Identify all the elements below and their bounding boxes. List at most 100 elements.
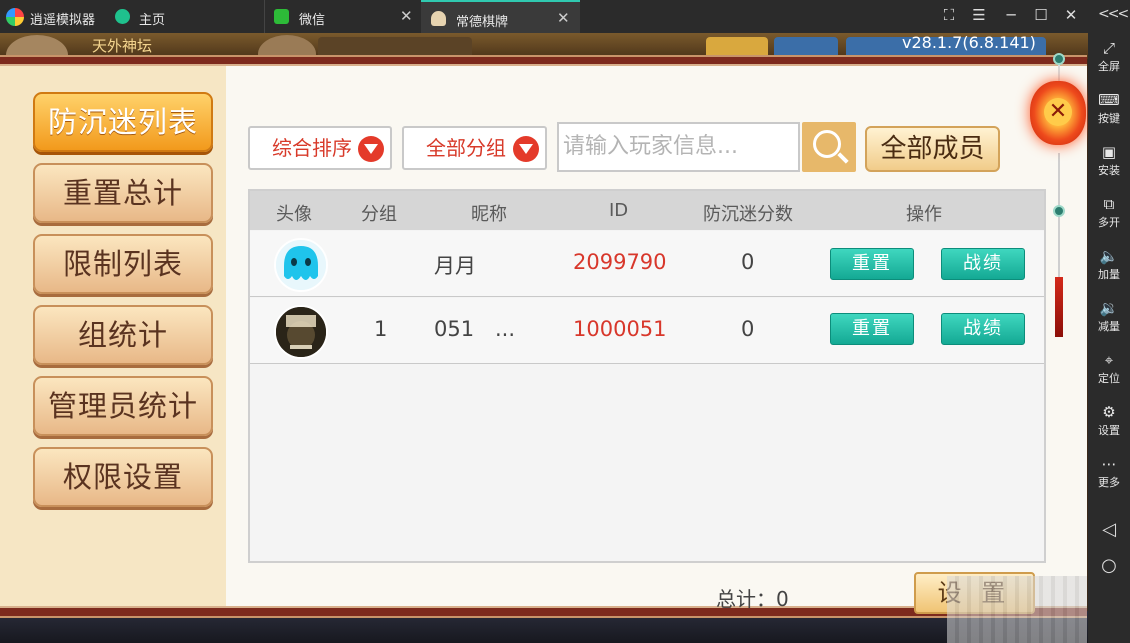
column-avatar: 头像 xyxy=(276,204,312,225)
screenshot-icon[interactable]: ⛶ xyxy=(938,6,960,24)
sidebar-item-volume-up[interactable]: 🔈 加量 xyxy=(1088,247,1130,282)
background-club-name: 天外神坛 xyxy=(92,37,153,55)
emulator-sidebar: ⤢ 全屏 ⌨ 按键 ▣ 安装 ⧉ 多开 🔈 加量 🔉 减量 ⌖ 定位 ⚙ 设置 … xyxy=(1088,33,1130,643)
score-cell: 0 xyxy=(741,317,755,341)
table-header: 头像 分组 昵称 ID 防沉迷分数 操作 xyxy=(250,191,1044,230)
tab-home[interactable]: 主页 xyxy=(108,0,260,33)
chevron-down-icon xyxy=(513,136,539,162)
location-icon: ⌖ xyxy=(1104,351,1114,369)
close-window-icon[interactable]: ✕ xyxy=(1060,6,1082,24)
watermark-overlay xyxy=(947,576,1087,643)
sidebar-item-label: 定位 xyxy=(1098,372,1120,385)
back-nav-icon[interactable]: ◁ xyxy=(1088,519,1130,540)
lantern-tassel xyxy=(1055,277,1063,337)
keyboard-icon: ⌨ xyxy=(1098,91,1120,109)
tab-label: 主页 xyxy=(139,13,166,28)
sidebar-item-label: 全屏 xyxy=(1098,60,1120,73)
close-tab-icon[interactable]: ✕ xyxy=(557,9,570,27)
fullscreen-icon: ⤢ xyxy=(1102,39,1115,57)
sidebar-item-label: 减量 xyxy=(1098,320,1120,333)
column-group: 分组 xyxy=(361,204,397,225)
sidebar-item-fullscreen[interactable]: ⤢ 全屏 xyxy=(1088,39,1130,74)
anti-addiction-dialog: 防沉迷列表 重置总计 限制列表 组统计 管理员统计 权限设置 综合排序 全部分组… xyxy=(0,55,1087,618)
reset-button[interactable]: 重置 xyxy=(830,313,914,345)
sidebar-item-label: 设置 xyxy=(1098,424,1120,437)
menu-admin-stats[interactable]: 管理员统计 xyxy=(33,376,213,436)
column-score: 防沉迷分数 xyxy=(703,204,793,225)
record-button[interactable]: 战绩 xyxy=(941,313,1025,345)
octopus-avatar-icon xyxy=(276,240,326,290)
home-tab-icon xyxy=(115,9,130,24)
sidebar-item-label: 加量 xyxy=(1098,268,1120,281)
sidebar-item-keys[interactable]: ⌨ 按键 xyxy=(1088,91,1130,126)
emulator-logo-icon xyxy=(6,8,24,26)
close-icon: ✕ xyxy=(1044,98,1072,126)
anti-addiction-table: 头像 分组 昵称 ID 防沉迷分数 操作 月月 2099790 0 重置 战绩 … xyxy=(248,189,1046,563)
close-tab-icon[interactable]: ✕ xyxy=(400,7,413,25)
version-label: v28.1.7(6.8.141) xyxy=(902,33,1036,52)
search-icon-handle xyxy=(837,152,849,164)
tab-game[interactable]: 常德棋牌 ✕ xyxy=(421,0,580,33)
minimize-icon[interactable]: ─ xyxy=(1000,6,1022,24)
tab-label: 常德棋牌 xyxy=(456,15,509,30)
menu-permission-settings[interactable]: 权限设置 xyxy=(33,447,213,507)
nickname-overflow: ... xyxy=(495,317,516,341)
lantern-bead xyxy=(1053,53,1065,65)
sidebar-item-label: 更多 xyxy=(1098,476,1120,489)
column-nickname: 昵称 xyxy=(471,204,507,225)
sidebar-item-volume-down[interactable]: 🔉 减量 xyxy=(1088,299,1130,334)
sidebar-item-label: 按键 xyxy=(1098,112,1120,125)
avatar xyxy=(274,238,328,292)
apk-icon: ▣ xyxy=(1101,143,1117,161)
collapse-sidebar-icon[interactable]: <<< xyxy=(1098,6,1129,22)
sidebar-item-label: 多开 xyxy=(1098,216,1120,229)
group-dropdown-label: 全部分组 xyxy=(426,136,506,160)
game-viewport: 天外神坛 防沉迷列表 重置总计 限制列表 组统计 管理员统计 权限设置 综合排序… xyxy=(0,33,1088,643)
sidebar-item-location[interactable]: ⌖ 定位 xyxy=(1088,351,1130,386)
search-button[interactable] xyxy=(802,122,856,172)
sidebar-item-settings[interactable]: ⚙ 设置 xyxy=(1088,403,1130,438)
group-dropdown[interactable]: 全部分组 xyxy=(402,126,547,170)
home-nav-icon[interactable]: ○ xyxy=(1088,555,1130,576)
lantern-bead xyxy=(1053,205,1065,217)
gear-icon: ⚙ xyxy=(1102,403,1116,421)
all-members-button[interactable]: 全部成员 xyxy=(865,126,1000,172)
menu-icon[interactable]: ☰ xyxy=(968,6,990,24)
emulator-titlebar: 逍遥模拟器 主页 微信 ✕ 常德棋牌 ✕ ⛶ ☰ ─ ☐ ✕ <<< xyxy=(0,0,1130,33)
nickname-cell: 051 xyxy=(434,317,475,341)
menu-reset-total[interactable]: 重置总计 xyxy=(33,163,213,223)
maximize-icon[interactable]: ☐ xyxy=(1030,6,1052,24)
group-cell: 1 xyxy=(374,317,388,341)
table-row: 月月 2099790 0 重置 战绩 xyxy=(250,231,1044,297)
total-count: 总计：0 xyxy=(716,587,789,611)
player-id-cell: 1000051 xyxy=(573,317,667,341)
emulator-title: 逍遥模拟器 xyxy=(30,13,96,28)
score-cell: 0 xyxy=(741,250,755,274)
volume-up-icon: 🔈 xyxy=(1099,247,1119,265)
menu-anti-addiction-list[interactable]: 防沉迷列表 xyxy=(33,92,213,152)
avatar xyxy=(274,305,328,359)
more-icon: ⋯ xyxy=(1101,455,1117,473)
nickname-cell: 月月 xyxy=(434,254,476,278)
record-button[interactable]: 战绩 xyxy=(941,248,1025,280)
player-id-cell: 2099790 xyxy=(573,250,667,274)
reset-button[interactable]: 重置 xyxy=(830,248,914,280)
dialog-border xyxy=(0,55,1087,66)
close-dialog-button[interactable]: ✕ xyxy=(1030,81,1086,145)
sort-dropdown[interactable]: 综合排序 xyxy=(248,126,392,170)
column-actions: 操作 xyxy=(906,204,942,225)
column-id: ID xyxy=(609,200,629,221)
sidebar-item-label: 安装 xyxy=(1098,164,1120,177)
wechat-icon xyxy=(274,9,289,24)
menu-group-stats[interactable]: 组统计 xyxy=(33,305,213,365)
sidebar-item-more[interactable]: ⋯ 更多 xyxy=(1088,455,1130,490)
sidebar-item-multi[interactable]: ⧉ 多开 xyxy=(1088,195,1130,230)
menu-restriction-list[interactable]: 限制列表 xyxy=(33,234,213,294)
sidebar-item-install[interactable]: ▣ 安装 xyxy=(1088,143,1130,178)
table-row: 1 051 ... 1000051 0 重置 战绩 xyxy=(250,298,1044,364)
photo-avatar-icon xyxy=(276,307,326,357)
multi-window-icon: ⧉ xyxy=(1103,195,1115,213)
tab-wechat[interactable]: 微信 ✕ xyxy=(264,0,420,33)
player-search-input[interactable]: 请输入玩家信息... xyxy=(557,122,800,172)
tab-label: 微信 xyxy=(299,13,326,28)
